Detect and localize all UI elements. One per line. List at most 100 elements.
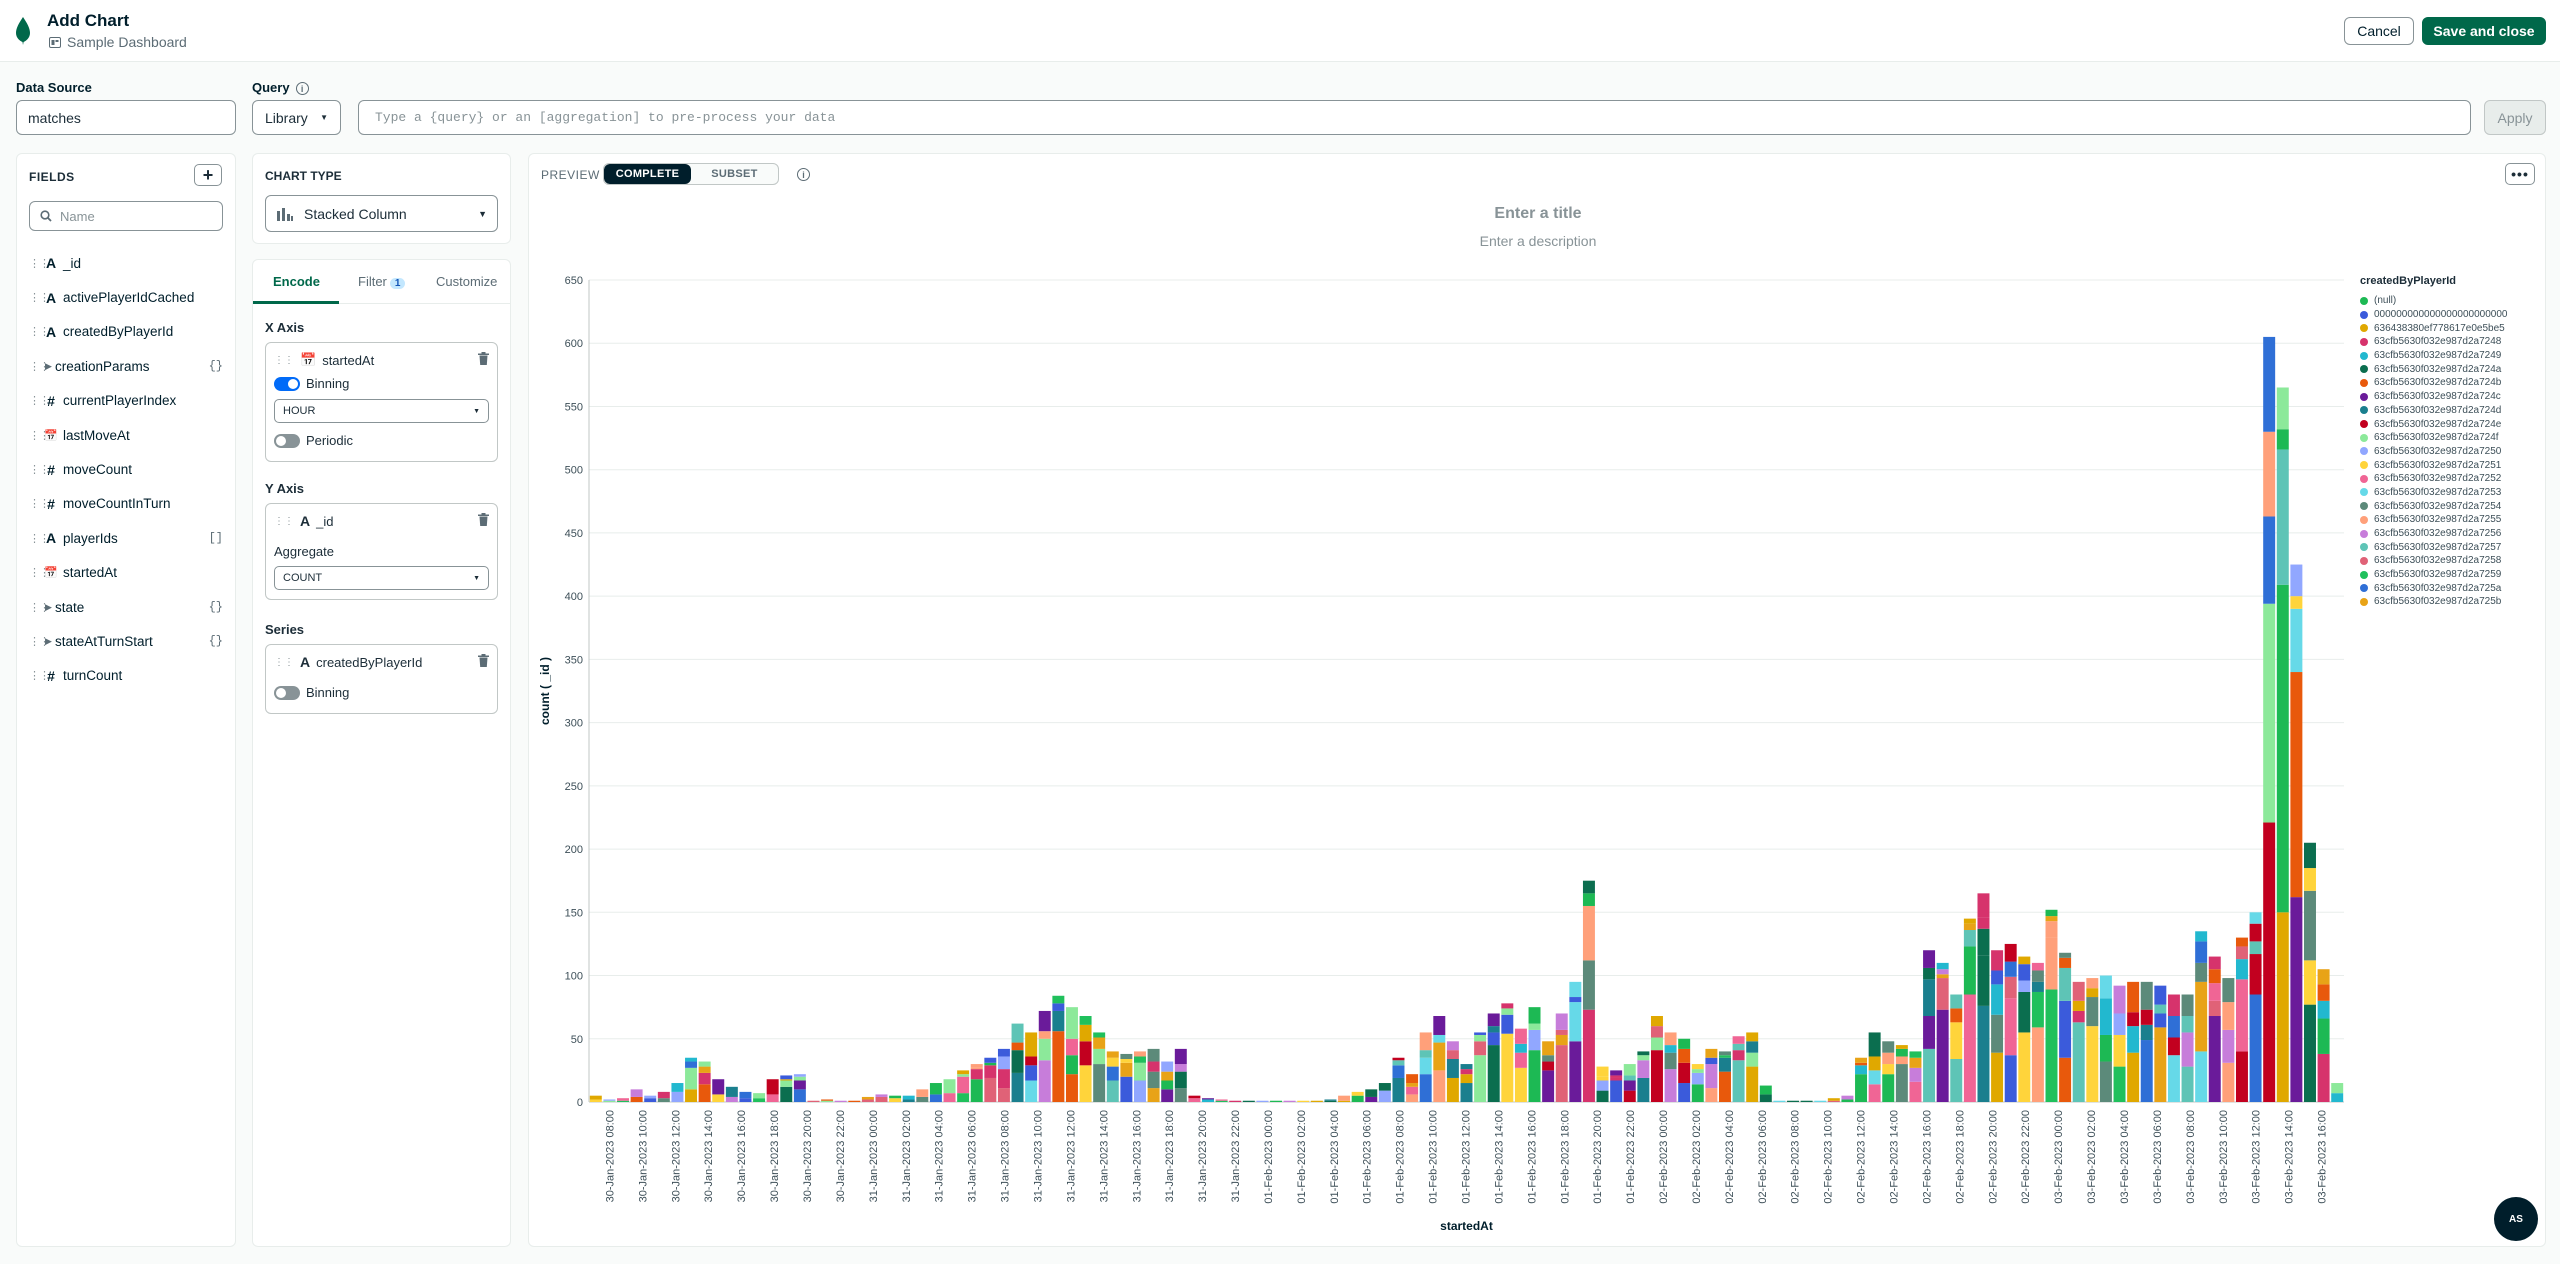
field-item[interactable]: ⋮⋮ ▶ stateAtTurnStart {}	[25, 624, 229, 658]
field-item[interactable]: ⋮⋮ A _id	[25, 246, 229, 280]
field-item[interactable]: ⋮⋮ # turnCount	[25, 659, 229, 693]
periodic-toggle[interactable]	[274, 434, 300, 448]
bar-segment	[1936, 978, 1949, 1010]
drag-handle-icon[interactable]: ⋮⋮	[25, 566, 50, 579]
query-input[interactable]: Type a {query} or an [aggregation] to pr…	[358, 100, 2471, 135]
bar-segment	[2167, 1016, 2180, 1038]
field-item[interactable]: ⋮⋮ 📅 lastMoveAt	[25, 418, 229, 452]
legend-item[interactable]: 63cfb5630f032e987d2a724e	[2360, 417, 2507, 431]
legend-item[interactable]: 63cfb5630f032e987d2a7249	[2360, 349, 2507, 363]
drag-handle-icon[interactable]: ⋮⋮	[25, 325, 50, 338]
legend-item[interactable]: 63cfb5630f032e987d2a7248	[2360, 335, 2507, 349]
x-axis-field[interactable]: ⋮⋮ 📅 startedAt	[274, 350, 374, 370]
legend-item[interactable]: 63cfb5630f032e987d2a7257	[2360, 540, 2507, 554]
legend-item[interactable]: 63cfb5630f032e987d2a7258	[2360, 554, 2507, 568]
field-item[interactable]: ⋮⋮ # moveCountInTurn	[25, 487, 229, 521]
field-item[interactable]: ⋮⋮ AplayerIds []	[25, 521, 229, 555]
expand-icon[interactable]: ▶	[43, 602, 55, 613]
drag-handle-icon[interactable]: ⋮⋮	[25, 360, 50, 373]
series-field[interactable]: ⋮⋮ AcreatedByPlayerId	[274, 652, 422, 672]
legend-item[interactable]: 63cfb5630f032e987d2a7250	[2360, 445, 2507, 459]
legend-item[interactable]: 63cfb5630f032e987d2a725a	[2360, 581, 2507, 595]
bar-segment	[1773, 1100, 1786, 1102]
legend-item[interactable]: 63cfb5630f032e987d2a7253	[2360, 486, 2507, 500]
chart-type-select[interactable]: Stacked Column ▼	[265, 195, 498, 232]
query-mode-select[interactable]: Library ▼	[252, 100, 341, 135]
legend-item[interactable]: 63cfb5630f032e987d2a724c	[2360, 390, 2507, 404]
tab-encode[interactable]: Encode	[273, 274, 320, 289]
data-source-input[interactable]: matches	[16, 100, 236, 135]
drag-handle-icon[interactable]: ⋮⋮	[25, 601, 50, 614]
expand-icon[interactable]: ▶	[43, 361, 55, 372]
bar-segment	[1011, 1050, 1024, 1073]
drag-handle-icon[interactable]: ⋮⋮	[25, 497, 50, 510]
legend-item[interactable]: 63cfb5630f032e987d2a724f	[2360, 431, 2507, 445]
bar-segment	[1392, 1077, 1405, 1102]
dashboard-breadcrumb[interactable]: Sample Dashboard	[49, 34, 187, 50]
aggregate-select[interactable]: COUNT ▼	[274, 566, 489, 590]
drag-handle-icon[interactable]: ⋮⋮	[274, 657, 294, 668]
info-icon[interactable]: i	[295, 82, 309, 96]
cancel-button[interactable]: Cancel	[2344, 17, 2414, 45]
field-search-input[interactable]: Name	[29, 201, 223, 231]
legend-item[interactable]: 63cfb5630f032e987d2a7259	[2360, 568, 2507, 582]
x-tick-label: 31-Jan-2023 06:00	[967, 1110, 979, 1202]
legend-item[interactable]: 63cfb5630f032e987d2a7255	[2360, 513, 2507, 527]
bar-segment	[1569, 1041, 1582, 1102]
add-field-button[interactable]: +	[194, 164, 222, 186]
drag-handle-icon[interactable]: ⋮⋮	[25, 463, 50, 476]
drag-handle-icon[interactable]: ⋮⋮	[25, 635, 50, 648]
series-binning-toggle[interactable]	[274, 686, 300, 700]
y-axis-field[interactable]: ⋮⋮ A _id	[274, 511, 333, 531]
bar-segment	[793, 1074, 806, 1077]
drag-handle-icon[interactable]: ⋮⋮	[25, 257, 50, 270]
expand-icon[interactable]: ▶	[43, 636, 55, 647]
legend-item[interactable]: 63cfb5630f032e987d2a7252	[2360, 472, 2507, 486]
legend-item[interactable]: 63cfb5630f032e987d2a724d	[2360, 404, 2507, 418]
field-item[interactable]: ⋮⋮ ▶ creationParams {}	[25, 349, 229, 383]
drag-handle-icon[interactable]: ⋮⋮	[25, 394, 50, 407]
field-item[interactable]: ⋮⋮ # currentPlayerIndex	[25, 384, 229, 418]
legend-item[interactable]: 63cfb5630f032e987d2a724b	[2360, 376, 2507, 390]
bar-segment	[1827, 1098, 1840, 1101]
apply-button[interactable]: Apply	[2484, 100, 2546, 135]
bar-segment	[2154, 985, 2167, 1005]
drag-handle-icon[interactable]: ⋮⋮	[274, 516, 294, 527]
field-item[interactable]: ⋮⋮ AactivePlayerIdCached	[25, 280, 229, 314]
field-item[interactable]: ⋮⋮ AcreatedByPlayerId	[25, 315, 229, 349]
number-type-icon: #	[47, 667, 55, 684]
field-item[interactable]: ⋮⋮ ▶ state {}	[25, 590, 229, 624]
trash-icon[interactable]	[478, 352, 489, 365]
bar-segment	[2222, 978, 2235, 1003]
drag-handle-icon[interactable]: ⋮⋮	[25, 429, 50, 442]
drag-handle-icon[interactable]: ⋮⋮	[25, 669, 50, 682]
x-tick-label: 30-Jan-2023 08:00	[604, 1110, 616, 1202]
bar-segment	[1202, 1099, 1214, 1102]
binning-toggle[interactable]	[274, 377, 300, 391]
help-avatar-button[interactable]: AS	[2494, 1197, 2538, 1241]
bar-segment	[1963, 923, 1976, 931]
legend-item[interactable]: 63cfb5630f032e987d2a725b	[2360, 595, 2507, 609]
drag-handle-icon[interactable]: ⋮⋮	[25, 532, 50, 545]
drag-handle-icon[interactable]: ⋮⋮	[274, 355, 294, 366]
drag-handle-icon[interactable]: ⋮⋮	[25, 291, 50, 304]
trash-icon[interactable]	[478, 654, 489, 667]
bar-segment	[1705, 1064, 1718, 1089]
field-item[interactable]: ⋮⋮ # moveCount	[25, 452, 229, 486]
legend-item[interactable]: 636438380ef778617e0e5be5	[2360, 321, 2507, 335]
field-item[interactable]: ⋮⋮ 📅 startedAt	[25, 556, 229, 590]
legend-item[interactable]: 63cfb5630f032e987d2a7251	[2360, 458, 2507, 472]
bin-unit-select[interactable]: HOUR ▼	[274, 399, 489, 423]
encode-tabs: Encode Filter 1 Customize	[253, 260, 510, 304]
legend-item[interactable]: (null)	[2360, 294, 2507, 308]
trash-icon[interactable]	[478, 513, 489, 526]
bar-segment	[1664, 1032, 1677, 1046]
bar-segment	[1433, 1016, 1446, 1035]
save-and-close-button[interactable]: Save and close	[2422, 17, 2546, 45]
legend-item[interactable]: 63cfb5630f032e987d2a724a	[2360, 362, 2507, 376]
tab-filter[interactable]: Filter 1	[358, 274, 406, 289]
legend-item[interactable]: 000000000000000000000000	[2360, 308, 2507, 322]
legend-item[interactable]: 63cfb5630f032e987d2a7254	[2360, 499, 2507, 513]
legend-item[interactable]: 63cfb5630f032e987d2a7256	[2360, 527, 2507, 541]
tab-customize[interactable]: Customize	[436, 274, 497, 289]
